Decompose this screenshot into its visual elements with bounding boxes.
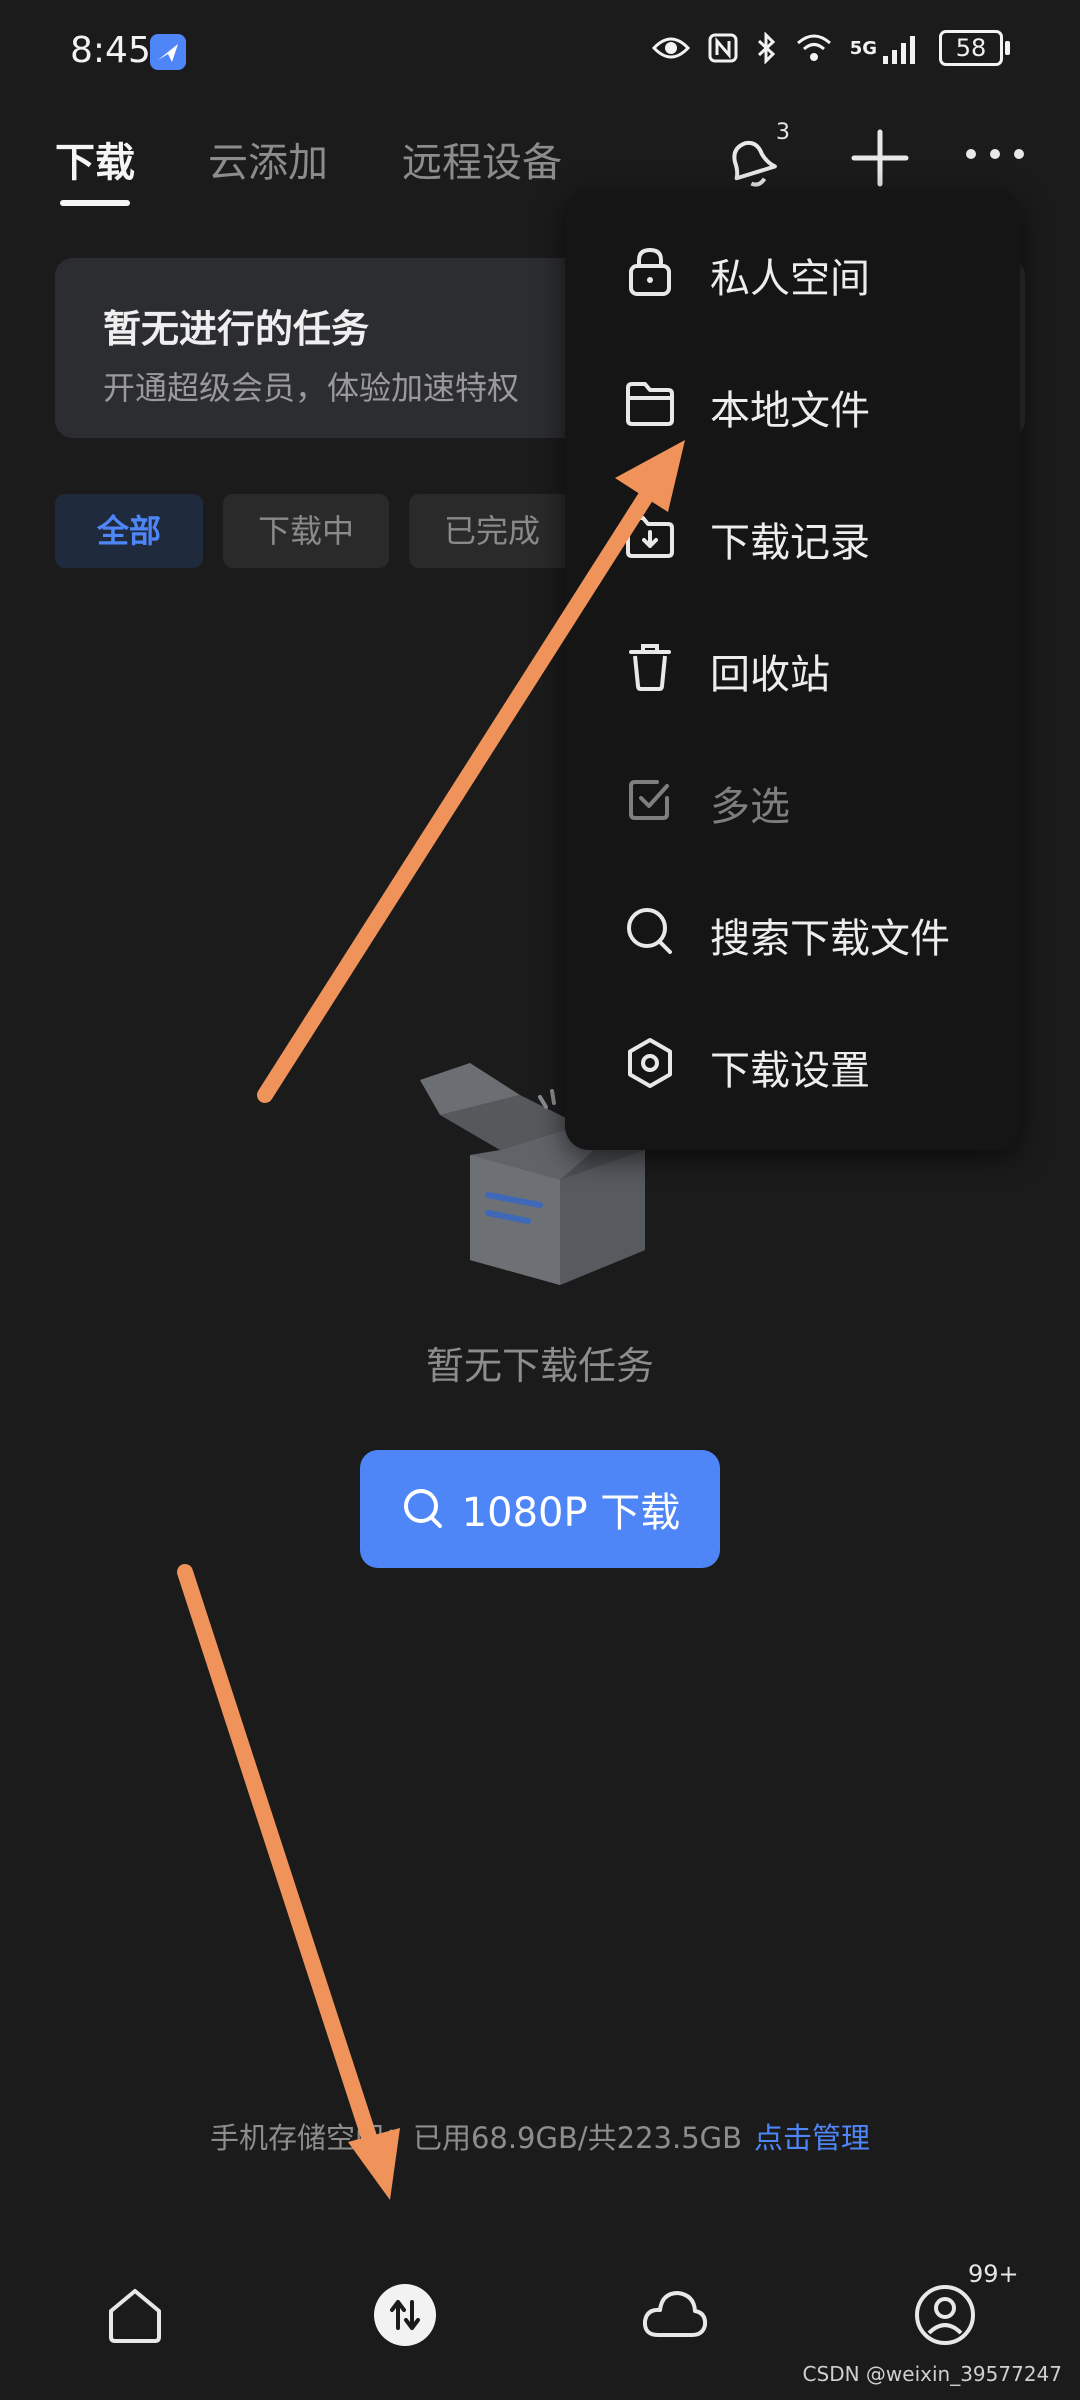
settings-icon — [628, 1038, 672, 1088]
empty-state-text: 暂无下载任务 — [425, 1344, 654, 1388]
menu-label: 多选 — [710, 784, 790, 830]
tab-download[interactable]: 下载 — [55, 130, 135, 188]
download-screen: 8:45 5G 58 下载 云添加 远程设备 3 暂无进行的任务 开通超级会员，… — [0, 0, 1080, 2400]
menu-label: 回收站 — [710, 652, 830, 698]
transfer-icon — [374, 2284, 436, 2346]
notification-count: 3 — [776, 120, 790, 145]
bluetooth-icon — [757, 32, 775, 64]
menu-item-recycle-bin[interactable]: 回收站 — [565, 600, 1020, 732]
search-download-label: 1080P 下载 — [461, 1490, 681, 1536]
menu-item-local-files[interactable]: 本地文件 — [565, 336, 1020, 468]
network-type: 5G — [849, 37, 877, 59]
nav-cloud[interactable] — [630, 2270, 720, 2360]
plus-icon — [851, 129, 909, 187]
nav-profile[interactable]: 99+ — [900, 2260, 1019, 2360]
more-icon — [966, 149, 1024, 159]
menu-label: 下载记录 — [710, 520, 870, 566]
filter-completed[interactable]: 已完成 — [409, 494, 575, 568]
signal-icon — [883, 36, 915, 64]
download-record-icon — [626, 516, 674, 558]
battery-cap — [1005, 41, 1010, 55]
status-time: 8:45 — [70, 30, 151, 71]
nav-transfer[interactable] — [360, 2270, 450, 2360]
nav-home[interactable] — [90, 2270, 180, 2360]
storage-manage-link[interactable]: 点击管理 — [754, 2121, 870, 2155]
add-button[interactable] — [840, 118, 920, 198]
filter-all[interactable]: 全部 — [55, 494, 203, 568]
arrow-to-transfer-tab — [177, 1564, 400, 2200]
active-tab-indicator — [60, 200, 130, 206]
menu-item-multi-select[interactable]: 多选 — [565, 732, 1020, 864]
menu-label: 下载设置 — [710, 1048, 870, 1094]
promo-subtitle: 开通超级会员，体验加速特权 — [103, 369, 520, 407]
promo-title: 暂无进行的任务 — [103, 307, 370, 351]
folder-icon — [626, 382, 674, 426]
tab-remote-devices[interactable]: 远程设备 — [402, 130, 562, 188]
checkbox-icon — [629, 780, 669, 820]
watermark: CSDN @weixin_39577247 — [802, 2362, 1062, 2386]
storage-info: 手机存储空间：已用68.9GB/共223.5GB 点击管理 — [0, 2115, 1080, 2157]
battery-level: 58 — [939, 30, 1003, 66]
eye-icon — [651, 37, 690, 59]
lock-icon — [629, 247, 671, 296]
more-menu-dropdown: 私人空间 本地文件 下载记录 回收站 多选 搜索下载文件 下载设置 — [565, 190, 1020, 1150]
bottom-navigation: 99+ — [0, 2250, 1080, 2380]
home-icon — [109, 2289, 161, 2343]
menu-item-download-settings[interactable]: 下载设置 — [565, 996, 1020, 1128]
cloud-icon — [642, 2291, 708, 2337]
search-icon — [627, 908, 672, 954]
storage-usage-text: 手机存储空间：已用68.9GB/共223.5GB — [209, 2121, 743, 2155]
tab-cloud-add[interactable]: 云添加 — [208, 130, 328, 188]
search-icon — [403, 1489, 442, 1528]
menu-label: 本地文件 — [710, 388, 870, 434]
status-bar: 8:45 5G 58 — [0, 0, 1080, 100]
menu-item-private-space[interactable]: 私人空间 — [565, 204, 1020, 336]
wifi-icon — [796, 34, 831, 61]
nfc-icon — [708, 33, 738, 63]
menu-label: 搜索下载文件 — [710, 916, 950, 962]
app-notification-icon — [150, 34, 186, 70]
filter-downloading[interactable]: 下载中 — [223, 494, 389, 568]
profile-badge: 99+ — [968, 2260, 1019, 2288]
trash-icon — [629, 644, 671, 691]
status-icons: 5G 58 — [651, 30, 1010, 66]
search-1080p-download-button[interactable]: 1080P 下载 — [360, 1450, 720, 1568]
menu-label: 私人空间 — [710, 256, 870, 302]
menu-item-search-downloads[interactable]: 搜索下载文件 — [565, 864, 1020, 996]
more-button[interactable] — [955, 118, 1035, 198]
bell-icon — [732, 140, 777, 187]
menu-item-download-records[interactable]: 下载记录 — [565, 468, 1020, 600]
profile-icon — [915, 2285, 975, 2345]
